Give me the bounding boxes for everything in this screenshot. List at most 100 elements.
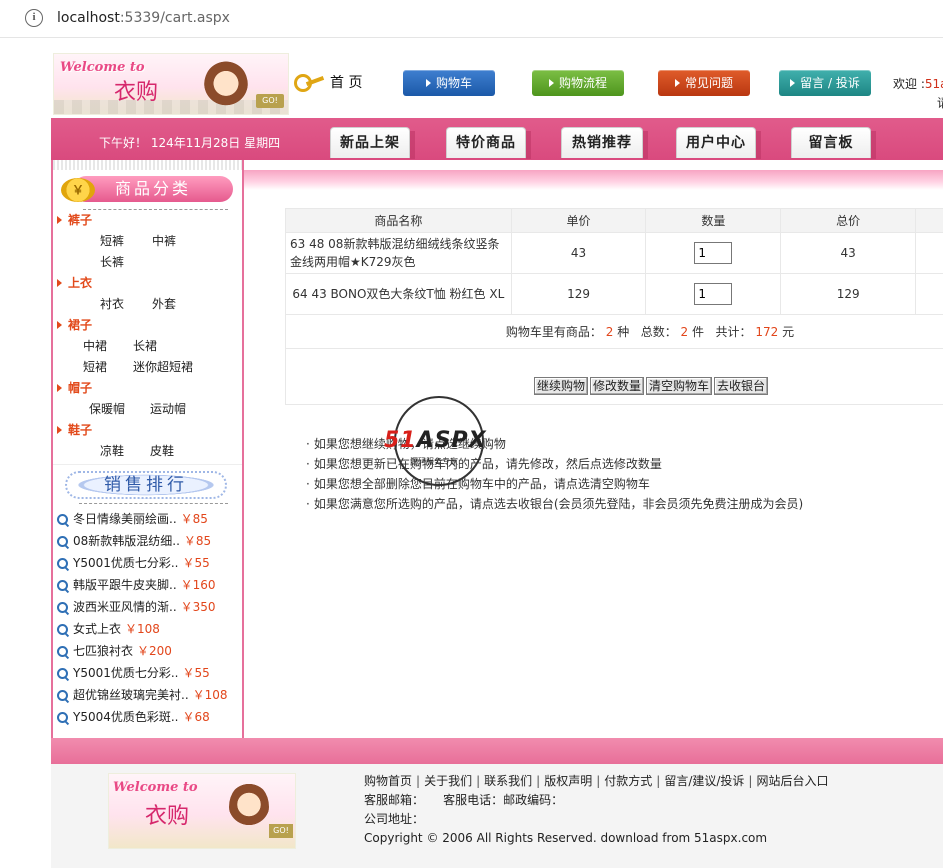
checkout-button[interactable]: 去收银台 — [714, 376, 769, 395]
ranking-item[interactable]: Y5004优质色彩斑.. ￥68 — [57, 706, 242, 728]
column-header: 单价 — [510, 208, 647, 233]
footer-link[interactable]: 留言/建议/投诉 — [664, 774, 744, 788]
browser-address-bar[interactable]: i localhost:5339/cart.aspx — [0, 0, 943, 38]
subcategory-item[interactable]: 中裙 — [83, 336, 133, 357]
cart-button[interactable]: 购物车 — [403, 70, 495, 96]
subcategory-item[interactable]: 运动帽 — [150, 399, 186, 420]
subcategory-item[interactable]: 凉鞋 — [100, 441, 150, 462]
key-icon — [294, 71, 326, 93]
ranking-item[interactable]: 女式上衣 ￥108 — [57, 618, 242, 640]
ranking-item[interactable]: 超优锦丝玻璃完美衬.. ￥108 — [57, 684, 242, 706]
home-link[interactable]: 首 页 — [294, 71, 362, 93]
cart-summary: 购物车里有商品： 2 种 总数： 2 件 共计： 172 元 — [285, 314, 943, 349]
ranking-item[interactable]: 七匹狼衬衣 ￥200 — [57, 640, 242, 662]
footer-link[interactable]: 关于我们 — [424, 774, 472, 788]
subcategory-item[interactable]: 短裙 — [83, 357, 133, 378]
sales-ranking-title: 销售排行 — [65, 471, 227, 499]
update-quantity-button[interactable]: 修改数量 — [589, 376, 644, 395]
subcategory-item[interactable]: 中裤 — [152, 231, 176, 252]
row-total: 129 — [780, 273, 917, 315]
footer-link[interactable]: 版权声明 — [544, 774, 592, 788]
category-tops[interactable]: 上衣 — [57, 273, 242, 294]
subcategory-item[interactable]: 皮鞋 — [150, 441, 174, 462]
magnifier-icon — [57, 557, 68, 569]
ranking-item[interactable]: 冬日情缘美丽绘画.. ￥85 — [57, 508, 242, 530]
tab-user-center[interactable]: 用户中心 — [676, 127, 761, 159]
footer-link[interactable]: 购物首页 — [364, 774, 412, 788]
magnifier-icon — [57, 711, 68, 723]
ranking-item[interactable]: 08新款韩版混纺细.. ￥85 — [57, 530, 242, 552]
subcategory-item[interactable]: 长裙 — [133, 336, 157, 357]
instruction-item: 如果您想更新已在购物车内的产品，请先修改，然后点选修改数量 — [306, 454, 803, 474]
footer-pink-bar — [51, 738, 943, 764]
logo-name: 衣购 — [114, 80, 159, 105]
footer-link[interactable]: 网站后台入口 — [756, 774, 828, 788]
site-logo[interactable]: Welcome to 衣购 GO! — [53, 53, 289, 115]
category-pants[interactable]: 裤子 — [57, 210, 242, 231]
cart-actions-row: 继续购物 修改数量 清空购物车 去收银台 — [285, 348, 943, 405]
username-link[interactable]: 51a — [925, 77, 943, 91]
cart-summary-row: 购物车里有商品： 2 种 总数： 2 件 共计： 172 元 — [285, 314, 943, 349]
quantity-input[interactable] — [694, 242, 733, 264]
subcategory-item[interactable]: 迷你超短裙 — [133, 357, 193, 378]
play-arrow-icon — [674, 79, 680, 87]
continue-shopping-button[interactable]: 继续购物 — [533, 376, 588, 395]
sales-ranking-list: 冬日情缘美丽绘画.. ￥85 08新款韩版混纺细.. ￥85 Y5001优质七分彩.… — [53, 508, 242, 728]
quantity-input[interactable] — [694, 283, 733, 305]
ranking-item[interactable]: Y5001优质七分彩.. ￥55 — [57, 662, 242, 684]
magnifier-icon — [57, 645, 68, 657]
shopping-process-button[interactable]: 购物流程 — [532, 70, 624, 96]
city-skyline-decoration — [54, 100, 288, 114]
home-label: 首 页 — [330, 75, 363, 91]
url-text[interactable]: localhost:5339/cart.aspx — [57, 10, 230, 26]
login-hint[interactable]: 请 — [937, 94, 943, 111]
logo-girl-image — [204, 60, 248, 112]
instruction-item: 如果您满意您所选购的产品，请点选去收银台(会员须先登陆，非会员须先免费注册成为会… — [306, 494, 803, 514]
tab-new-arrivals[interactable]: 新品上架 — [330, 127, 415, 159]
faq-button[interactable]: 常见问题 — [658, 70, 750, 96]
footer-links: 购物首页 | 关于我们 | 联系我们 | 版权声明 | 付款方式 | 留言/建议/投诉 | 网站后台入口… — [364, 772, 828, 848]
watermark-logo: 51ASPX 源码服务专家 — [384, 396, 486, 486]
subcategory-item[interactable]: 长裤 — [100, 252, 124, 273]
logo-welcome-text: Welcome to — [60, 60, 145, 75]
dotted-divider — [53, 160, 242, 170]
play-arrow-icon — [425, 79, 431, 87]
quantity-cell — [645, 232, 782, 274]
tab-message-board[interactable]: 留言板 — [791, 127, 876, 159]
cart-instructions: 如果您想继续购物，请点选继续购物 如果您想更新已在购物车内的产品，请先修改，然后… — [306, 434, 803, 514]
footer-link[interactable]: 付款方式 — [604, 774, 652, 788]
feedback-button[interactable]: 留言 / 投诉 — [779, 70, 871, 96]
cart-row: 64 43 BONO双色大条纹T恤 粉红色 XL 129 129 — [285, 273, 943, 315]
category-shoes[interactable]: 鞋子 — [57, 420, 242, 441]
tab-hot-sales[interactable]: 热销推荐 — [561, 127, 648, 159]
main-content: 商品名称 单价 数量 总价 63 48 08新款韩版混纺细绒线条纹竖条金线两用帽… — [244, 160, 943, 738]
footer-copyright: Copyright © 2006 All Rights Reserved. do… — [364, 831, 768, 845]
footer-link[interactable]: 联系我们 — [484, 774, 532, 788]
instruction-item: 如果您想全部删除您目前在购物车中的产品，请点选清空购物车 — [306, 474, 803, 494]
category-skirts[interactable]: 裙子 — [57, 315, 242, 336]
logo-go-badge: GO! — [256, 94, 284, 108]
clear-cart-button[interactable]: 清空购物车 — [646, 376, 713, 395]
cart-row: 63 48 08新款韩版混纺细绒线条纹竖条金线两用帽★K729灰色 43 43 — [285, 232, 943, 274]
ranking-item[interactable]: Y5001优质七分彩.. ￥55 — [57, 552, 242, 574]
category-hats[interactable]: 帽子 — [57, 378, 242, 399]
site-info-icon[interactable]: i — [25, 9, 43, 27]
magnifier-icon — [57, 513, 68, 525]
unit-price: 43 — [510, 232, 647, 274]
subcategory-item[interactable]: 衬衣 — [100, 294, 152, 315]
column-header: 数量 — [645, 208, 782, 233]
subcategory-item[interactable]: 短裤 — [100, 231, 152, 252]
kinds-count: 2 — [605, 325, 614, 339]
product-name[interactable]: 64 43 BONO双色大条纹T恤 粉红色 XL — [285, 273, 512, 315]
row-extra — [915, 273, 943, 315]
product-name[interactable]: 63 48 08新款韩版混纺细绒线条纹竖条金线两用帽★K729灰色 — [285, 232, 512, 274]
total-amount: 172 — [755, 325, 779, 339]
play-arrow-icon — [790, 79, 796, 87]
cart-actions: 继续购物 修改数量 清空购物车 去收银台 — [285, 348, 943, 405]
ranking-item[interactable]: 波西米亚风情的渐.. ￥350 — [57, 596, 242, 618]
subcategory-item[interactable]: 保暖帽 — [89, 399, 150, 420]
ranking-item[interactable]: 韩版平跟牛皮夹脚.. ￥160 — [57, 574, 242, 596]
subcategory-item[interactable]: 外套 — [152, 294, 176, 315]
tab-specials[interactable]: 特价商品 — [446, 127, 531, 159]
dashed-divider — [79, 503, 228, 504]
